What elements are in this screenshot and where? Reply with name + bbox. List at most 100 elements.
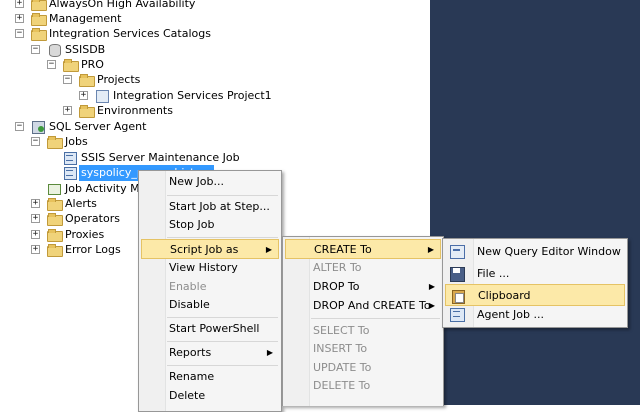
collapse-icon[interactable]: −	[47, 60, 56, 69]
menu-item-enable: Enable	[141, 277, 279, 297]
tree-node-label: Management	[49, 12, 122, 25]
menu-item-label: UPDATE To	[313, 361, 372, 374]
collapse-icon[interactable]: −	[31, 45, 40, 54]
menu-item-drop-and-create-to[interactable]: DROP And CREATE To ▶	[285, 296, 441, 316]
document-area-background	[430, 0, 640, 405]
menu-item-label: Reports	[169, 346, 212, 359]
menu-item-label: Enable	[169, 280, 207, 293]
menu-item-file[interactable]: File ...	[445, 263, 625, 285]
menu-item-new-query-editor-window[interactable]: New Query Editor Window	[445, 241, 625, 263]
expand-icon[interactable]: +	[15, 14, 24, 23]
tree-node-label: Error Logs	[65, 243, 121, 256]
menu-item-rename[interactable]: Rename	[141, 367, 279, 387]
menu-item-view-history[interactable]: View History	[141, 258, 279, 278]
tree-node-label: Integration Services Catalogs	[49, 27, 211, 40]
menu-separator	[167, 195, 278, 196]
tree-node-label: Proxies	[65, 228, 105, 241]
expand-icon[interactable]: +	[15, 0, 24, 8]
menu-item-label: DELETE To	[313, 379, 371, 392]
menu-item-alter-to: ALTER To	[285, 258, 441, 278]
menu-item-stop-job[interactable]: Stop Job	[141, 215, 279, 235]
submenu-arrow-icon: ▶	[428, 301, 435, 310]
submenu-arrow-icon: ▶	[427, 245, 434, 254]
menu-item-delete-to: DELETE To	[285, 376, 441, 396]
menu-item-label: Agent Job ...	[477, 308, 544, 321]
collapse-icon[interactable]: −	[15, 29, 24, 38]
menu-item-update-to: UPDATE To	[285, 358, 441, 378]
menu-item-script-job-as[interactable]: Script Job as ▶	[141, 239, 279, 259]
folder-icon	[47, 243, 63, 257]
folder-icon	[47, 197, 63, 211]
menu-separator	[311, 318, 440, 319]
menu-item-create-to[interactable]: CREATE To ▶	[285, 239, 441, 259]
submenu-arrow-icon: ▶	[265, 245, 272, 254]
menu-item-select-to: SELECT To	[285, 321, 441, 341]
menu-separator	[167, 365, 278, 366]
agent-job-icon	[449, 307, 465, 323]
folder-icon	[47, 212, 63, 226]
expand-icon[interactable]: +	[31, 230, 40, 239]
job-icon	[63, 166, 77, 180]
menu-item-agent-job[interactable]: Agent Job ...	[445, 304, 625, 326]
menu-separator	[167, 237, 278, 238]
clipboard-icon	[450, 288, 466, 304]
menu-item-drop-to[interactable]: DROP To ▶	[285, 277, 441, 297]
activity-monitor-icon	[47, 182, 61, 195]
collapse-icon[interactable]: −	[15, 122, 24, 131]
folder-icon	[31, 27, 47, 41]
database-icon	[47, 43, 61, 57]
menu-item-label: CREATE To	[314, 243, 372, 256]
menu-item-label: File ...	[477, 267, 510, 280]
menu-item-label: Rename	[169, 370, 215, 383]
expand-icon[interactable]: +	[79, 91, 88, 100]
expand-icon[interactable]: +	[31, 214, 40, 223]
folder-icon	[31, 12, 47, 26]
menu-item-delete[interactable]: Delete	[141, 386, 279, 406]
menu-item-label: Start Job at Step...	[169, 200, 270, 213]
menu-separator	[167, 341, 278, 342]
menu-item-insert-to: INSERT To	[285, 339, 441, 359]
expand-icon[interactable]: +	[31, 245, 40, 254]
menu-item-clipboard[interactable]: Clipboard	[445, 284, 625, 306]
folder-icon	[47, 228, 63, 242]
query-window-icon	[449, 244, 465, 260]
menu-item-reports[interactable]: Reports ▶	[141, 343, 279, 363]
menu-item-label: Script Job as	[170, 243, 239, 256]
sql-agent-icon	[31, 120, 45, 134]
folder-icon	[79, 73, 95, 87]
folder-icon	[79, 104, 95, 118]
tree-node-label: PRO	[81, 58, 104, 71]
menu-item-label: Stop Job	[169, 218, 215, 231]
collapse-icon[interactable]: −	[63, 75, 72, 84]
collapse-icon[interactable]: −	[31, 137, 40, 146]
job-icon	[63, 151, 77, 165]
expand-icon[interactable]: +	[31, 199, 40, 208]
menu-item-new-job[interactable]: New Job...	[141, 172, 279, 192]
menu-item-start-job-at-step[interactable]: Start Job at Step...	[141, 197, 279, 217]
menu-item-disable[interactable]: Disable	[141, 295, 279, 315]
menu-item-label: INSERT To	[313, 342, 368, 355]
menu-item-start-powershell[interactable]: Start PowerShell	[141, 319, 279, 339]
menu-item-label: Start PowerShell	[169, 322, 260, 335]
tree-node-label: Projects	[97, 73, 141, 86]
tree-node-label: Alerts	[65, 197, 97, 210]
expand-icon[interactable]: +	[63, 106, 72, 115]
menu-separator	[167, 317, 278, 318]
job-context-menu: New Job... Start Job at Step... Stop Job…	[138, 170, 282, 412]
menu-item-label: ALTER To	[313, 261, 362, 274]
menu-item-label: DROP And CREATE To	[313, 299, 431, 312]
menu-item-label: New Query Editor Window	[477, 245, 621, 258]
tree-node-label: Operators	[65, 212, 120, 225]
tree-node-label: SQL Server Agent	[49, 120, 147, 133]
tree-node-label: Environments	[97, 104, 173, 117]
menu-item-label: DROP To	[313, 280, 360, 293]
tree-node-label: Jobs	[65, 135, 88, 148]
folder-icon	[47, 135, 63, 149]
folder-icon	[63, 58, 79, 72]
submenu-arrow-icon: ▶	[266, 348, 273, 357]
tree-node-label: SSISDB	[65, 43, 106, 56]
tree-node-label: Integration Services Project1	[113, 89, 272, 102]
create-to-submenu: New Query Editor Window File ... Clipboa…	[442, 238, 628, 328]
save-file-icon	[449, 266, 465, 282]
menu-item-label: View History	[169, 261, 238, 274]
